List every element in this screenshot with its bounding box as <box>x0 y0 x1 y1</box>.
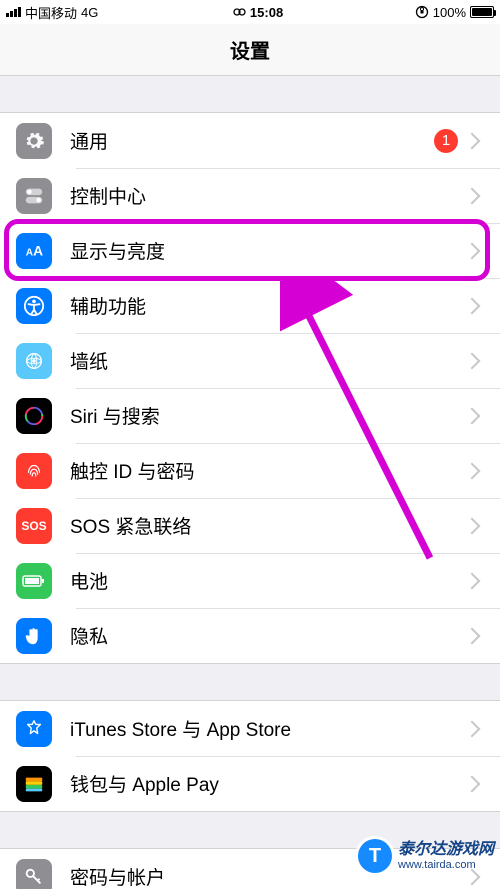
row-label: 隐私 <box>70 622 466 649</box>
chevron-right-icon <box>466 517 484 535</box>
chevron-right-icon <box>466 627 484 645</box>
watermark-url: www.tairda.com <box>398 859 494 871</box>
status-left: 中国移动 4G <box>6 3 98 22</box>
status-center: 15:08 <box>98 5 414 20</box>
row-wallet[interactable]: 钱包与 Apple Pay <box>0 756 500 811</box>
row-label: 触控 ID 与密码 <box>70 457 466 484</box>
row-label: 辅助功能 <box>70 292 466 319</box>
accessibility-icon <box>16 288 52 324</box>
watermark-name: 泰尔达游戏网 <box>398 841 494 859</box>
settings-section-1: 通用 1 控制中心 AA 显示与亮度 辅助功能 <box>0 112 500 664</box>
row-battery[interactable]: 电池 <box>0 553 500 608</box>
fingerprint-icon <box>16 453 52 489</box>
row-label: 通用 <box>70 127 434 154</box>
screen: 中国移动 4G 15:08 100% 设置 通用 1 <box>0 0 500 889</box>
row-label: 控制中心 <box>70 182 466 209</box>
row-label: SOS 紧急联络 <box>70 512 466 539</box>
row-label: 墙纸 <box>70 347 466 374</box>
carrier-label: 中国移动 <box>25 3 77 22</box>
battery-pct-label: 100% <box>433 5 466 20</box>
chevron-right-icon <box>466 132 484 150</box>
row-label: 电池 <box>70 567 466 594</box>
chevron-right-icon <box>466 775 484 793</box>
row-wallpaper[interactable]: 墙纸 <box>0 333 500 388</box>
watermark-logo-icon: T <box>358 839 392 873</box>
svg-text:A: A <box>33 243 43 258</box>
row-touchid-passcode[interactable]: 触控 ID 与密码 <box>0 443 500 498</box>
battery-row-icon <box>16 563 52 599</box>
chevron-right-icon <box>466 352 484 370</box>
sos-icon: SOS <box>16 508 52 544</box>
row-label: iTunes Store 与 App Store <box>70 715 466 742</box>
row-appstore[interactable]: iTunes Store 与 App Store <box>0 701 500 756</box>
page-title: 设置 <box>230 35 270 64</box>
settings-section-2: iTunes Store 与 App Store 钱包与 Apple Pay <box>0 700 500 812</box>
hotspot-icon <box>230 7 246 17</box>
signal-icon <box>6 7 21 17</box>
status-bar: 中国移动 4G 15:08 100% <box>0 0 500 24</box>
network-label: 4G <box>81 5 98 20</box>
watermark-text: 泰尔达游戏网 www.tairda.com <box>398 841 494 871</box>
chevron-right-icon <box>466 297 484 315</box>
nav-bar: 设置 <box>0 24 500 76</box>
chevron-right-icon <box>466 720 484 738</box>
wallpaper-icon <box>16 343 52 379</box>
row-accessibility[interactable]: 辅助功能 <box>0 278 500 333</box>
hand-icon <box>16 618 52 654</box>
watermark: T 泰尔达游戏网 www.tairda.com <box>358 839 494 873</box>
appstore-icon <box>16 711 52 747</box>
siri-icon <box>16 398 52 434</box>
row-privacy[interactable]: 隐私 <box>0 608 500 663</box>
row-display-brightness[interactable]: AA 显示与亮度 <box>0 223 500 278</box>
gear-icon <box>16 123 52 159</box>
row-sos[interactable]: SOS SOS 紧急联络 <box>0 498 500 553</box>
time-label: 15:08 <box>250 5 283 20</box>
chevron-right-icon <box>466 462 484 480</box>
row-control-center[interactable]: 控制中心 <box>0 168 500 223</box>
text-size-icon: AA <box>16 233 52 269</box>
row-label: 显示与亮度 <box>70 237 466 264</box>
row-siri-search[interactable]: Siri 与搜索 <box>0 388 500 443</box>
chevron-right-icon <box>466 187 484 205</box>
chevron-right-icon <box>466 572 484 590</box>
badge-count: 1 <box>434 129 458 153</box>
battery-icon <box>470 6 494 18</box>
row-label: Siri 与搜索 <box>70 402 466 429</box>
wallet-icon <box>16 766 52 802</box>
status-right: 100% <box>415 5 494 20</box>
orientation-lock-icon <box>415 5 429 19</box>
key-icon <box>16 859 52 889</box>
chevron-right-icon <box>466 407 484 425</box>
toggle-icon <box>16 178 52 214</box>
row-label: 钱包与 Apple Pay <box>70 770 466 797</box>
row-general[interactable]: 通用 1 <box>0 113 500 168</box>
chevron-right-icon <box>466 242 484 260</box>
